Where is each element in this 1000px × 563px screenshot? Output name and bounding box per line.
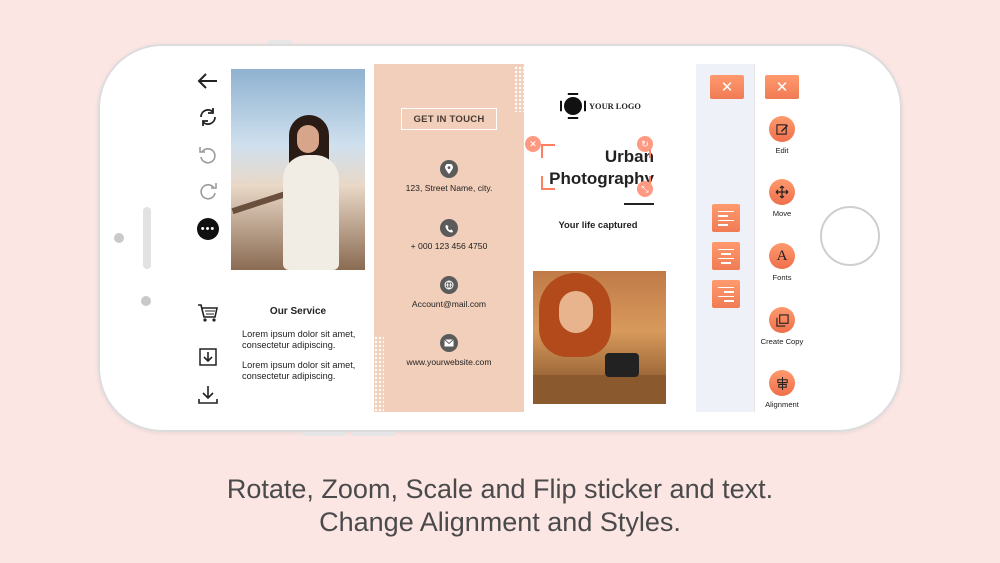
edit-icon	[769, 116, 795, 142]
left-toolbar: •••	[191, 64, 225, 412]
align-left-button[interactable]	[712, 204, 740, 232]
tool-label: Alignment	[765, 400, 799, 409]
logo-text[interactable]: YOUR LOGO	[589, 102, 641, 111]
edit-tool-button[interactable]: Edit	[755, 116, 808, 155]
move-icon	[769, 179, 795, 205]
service-paragraph[interactable]: Lorem ipsum dolor sit amet, consectetur …	[242, 360, 372, 382]
more-icon[interactable]: •••	[197, 218, 219, 240]
get-in-touch-heading[interactable]: GET IN TOUCH	[401, 108, 497, 130]
tool-label: Edit	[775, 146, 789, 155]
alignment-panel: ✕	[696, 64, 754, 412]
mail-icon	[440, 334, 458, 352]
decor-dots	[514, 66, 524, 112]
contact-phone[interactable]: + 000 123 456 4750	[374, 241, 524, 251]
caption-line-1: Rotate, Zoom, Scale and Flip sticker and…	[226, 474, 774, 504]
copy-icon	[769, 307, 795, 333]
cart-icon[interactable]	[197, 302, 219, 324]
phone-sensor	[141, 296, 151, 306]
fonts-tool-button[interactable]: A Fonts	[755, 243, 808, 282]
decor-dots	[374, 336, 384, 412]
woman-photo[interactable]	[231, 69, 365, 270]
close-alignment-button[interactable]: ✕	[710, 75, 744, 99]
tool-label: Create Copy	[760, 337, 804, 346]
align-right-button[interactable]	[712, 280, 740, 308]
logo-icon[interactable]	[564, 97, 582, 115]
scale-handle-icon[interactable]: ⤡	[637, 181, 653, 197]
phone-side-button	[352, 432, 396, 436]
photographer-photo[interactable]	[533, 271, 666, 404]
contact-address[interactable]: 123, Street Name, city.	[374, 183, 524, 193]
service-paragraph[interactable]: Lorem ipsum dolor sit amet, consectetur …	[242, 329, 372, 351]
refresh-icon[interactable]	[197, 106, 219, 128]
tool-label: Fonts	[772, 273, 792, 282]
download-icon[interactable]	[197, 384, 219, 406]
rotate-handle-icon[interactable]: ↻	[637, 136, 653, 152]
app-screen: ••• Our Service Lorem ipsum dolor sit am…	[191, 64, 808, 412]
arrow-left-icon[interactable]	[197, 70, 219, 92]
create-copy-tool-button[interactable]: Create Copy	[755, 307, 808, 346]
fonts-icon: A	[769, 243, 795, 269]
phone-icon	[440, 219, 458, 237]
service-title[interactable]: Our Service	[231, 306, 365, 317]
text-selection-box[interactable]	[541, 144, 651, 190]
contact-email[interactable]: Account@mail.com	[374, 299, 524, 309]
tagline[interactable]: Your life captured	[524, 219, 672, 230]
phone-side-button	[302, 432, 346, 436]
close-icon: ✕	[775, 79, 789, 96]
phone-side-button	[268, 40, 292, 44]
location-icon	[440, 160, 458, 178]
move-tool-button[interactable]: Move	[755, 179, 808, 218]
undo-icon[interactable]	[197, 144, 219, 166]
tool-label: Move	[772, 209, 792, 218]
import-icon[interactable]	[197, 346, 219, 368]
phone-camera	[114, 233, 124, 243]
delete-handle-icon[interactable]: ✕	[525, 136, 541, 152]
caption-line-2: Change Alignment and Styles.	[319, 507, 681, 537]
close-tools-button[interactable]: ✕	[765, 75, 799, 99]
close-icon: ✕	[720, 79, 734, 96]
tool-panel: ✕ Edit Move A Fonts Create Copy Alignmen…	[754, 64, 808, 412]
redo-icon[interactable]	[197, 180, 219, 202]
headline-underline	[624, 203, 654, 205]
alignment-tool-button[interactable]: Alignment	[755, 370, 808, 409]
align-center-button[interactable]	[712, 242, 740, 270]
alignment-icon	[769, 370, 795, 396]
contact-website[interactable]: www.yourwebsite.com	[374, 357, 524, 367]
globe-icon	[440, 276, 458, 294]
brochure-panel-cover[interactable]: YOUR LOGO Urban Photography ✕ ↻ ⤡ Your l…	[524, 64, 672, 412]
phone-home-button[interactable]	[820, 206, 880, 266]
phone-speaker	[143, 207, 151, 269]
brochure-panel-left[interactable]: Our Service Lorem ipsum dolor sit amet, …	[231, 64, 365, 412]
brochure-panel-contact[interactable]: GET IN TOUCH 123, Street Name, city. + 0…	[374, 64, 524, 412]
